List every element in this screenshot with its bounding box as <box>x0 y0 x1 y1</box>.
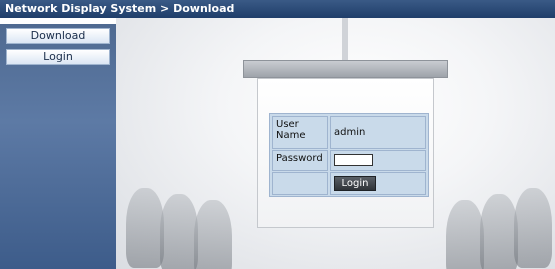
login-form: User Name admin Password Login <box>269 113 429 197</box>
submit-row: Login <box>272 172 426 195</box>
chair-right-2 <box>480 194 518 269</box>
chair-left-1 <box>126 188 164 268</box>
username-value: admin <box>330 116 426 149</box>
sidebar-item-login[interactable]: Login <box>6 49 110 65</box>
sidebar: Download Login <box>0 24 116 269</box>
sidebar-item-label: Download <box>30 29 86 42</box>
chair-right-1 <box>446 200 484 269</box>
sidebar-item-download[interactable]: Download <box>6 28 110 44</box>
username-label: User Name <box>272 116 328 149</box>
password-label: Password <box>272 150 328 171</box>
submit-label-cell <box>272 172 328 195</box>
chair-left-3 <box>194 200 232 269</box>
sidebar-item-label: Login <box>43 50 73 63</box>
username-row: User Name admin <box>272 116 426 149</box>
page-title: Network Display System > Download <box>5 2 235 15</box>
submit-cell: Login <box>330 172 426 195</box>
login-button[interactable]: Login <box>334 176 376 191</box>
top-bar: Network Display System > Download <box>0 0 555 18</box>
password-cell <box>330 150 426 171</box>
chair-right-3 <box>514 188 552 268</box>
password-row: Password <box>272 150 426 171</box>
chair-left-2 <box>160 194 198 269</box>
password-field[interactable] <box>334 154 373 166</box>
projector-screen-mount <box>342 18 348 60</box>
projector-screen-housing <box>243 60 448 78</box>
